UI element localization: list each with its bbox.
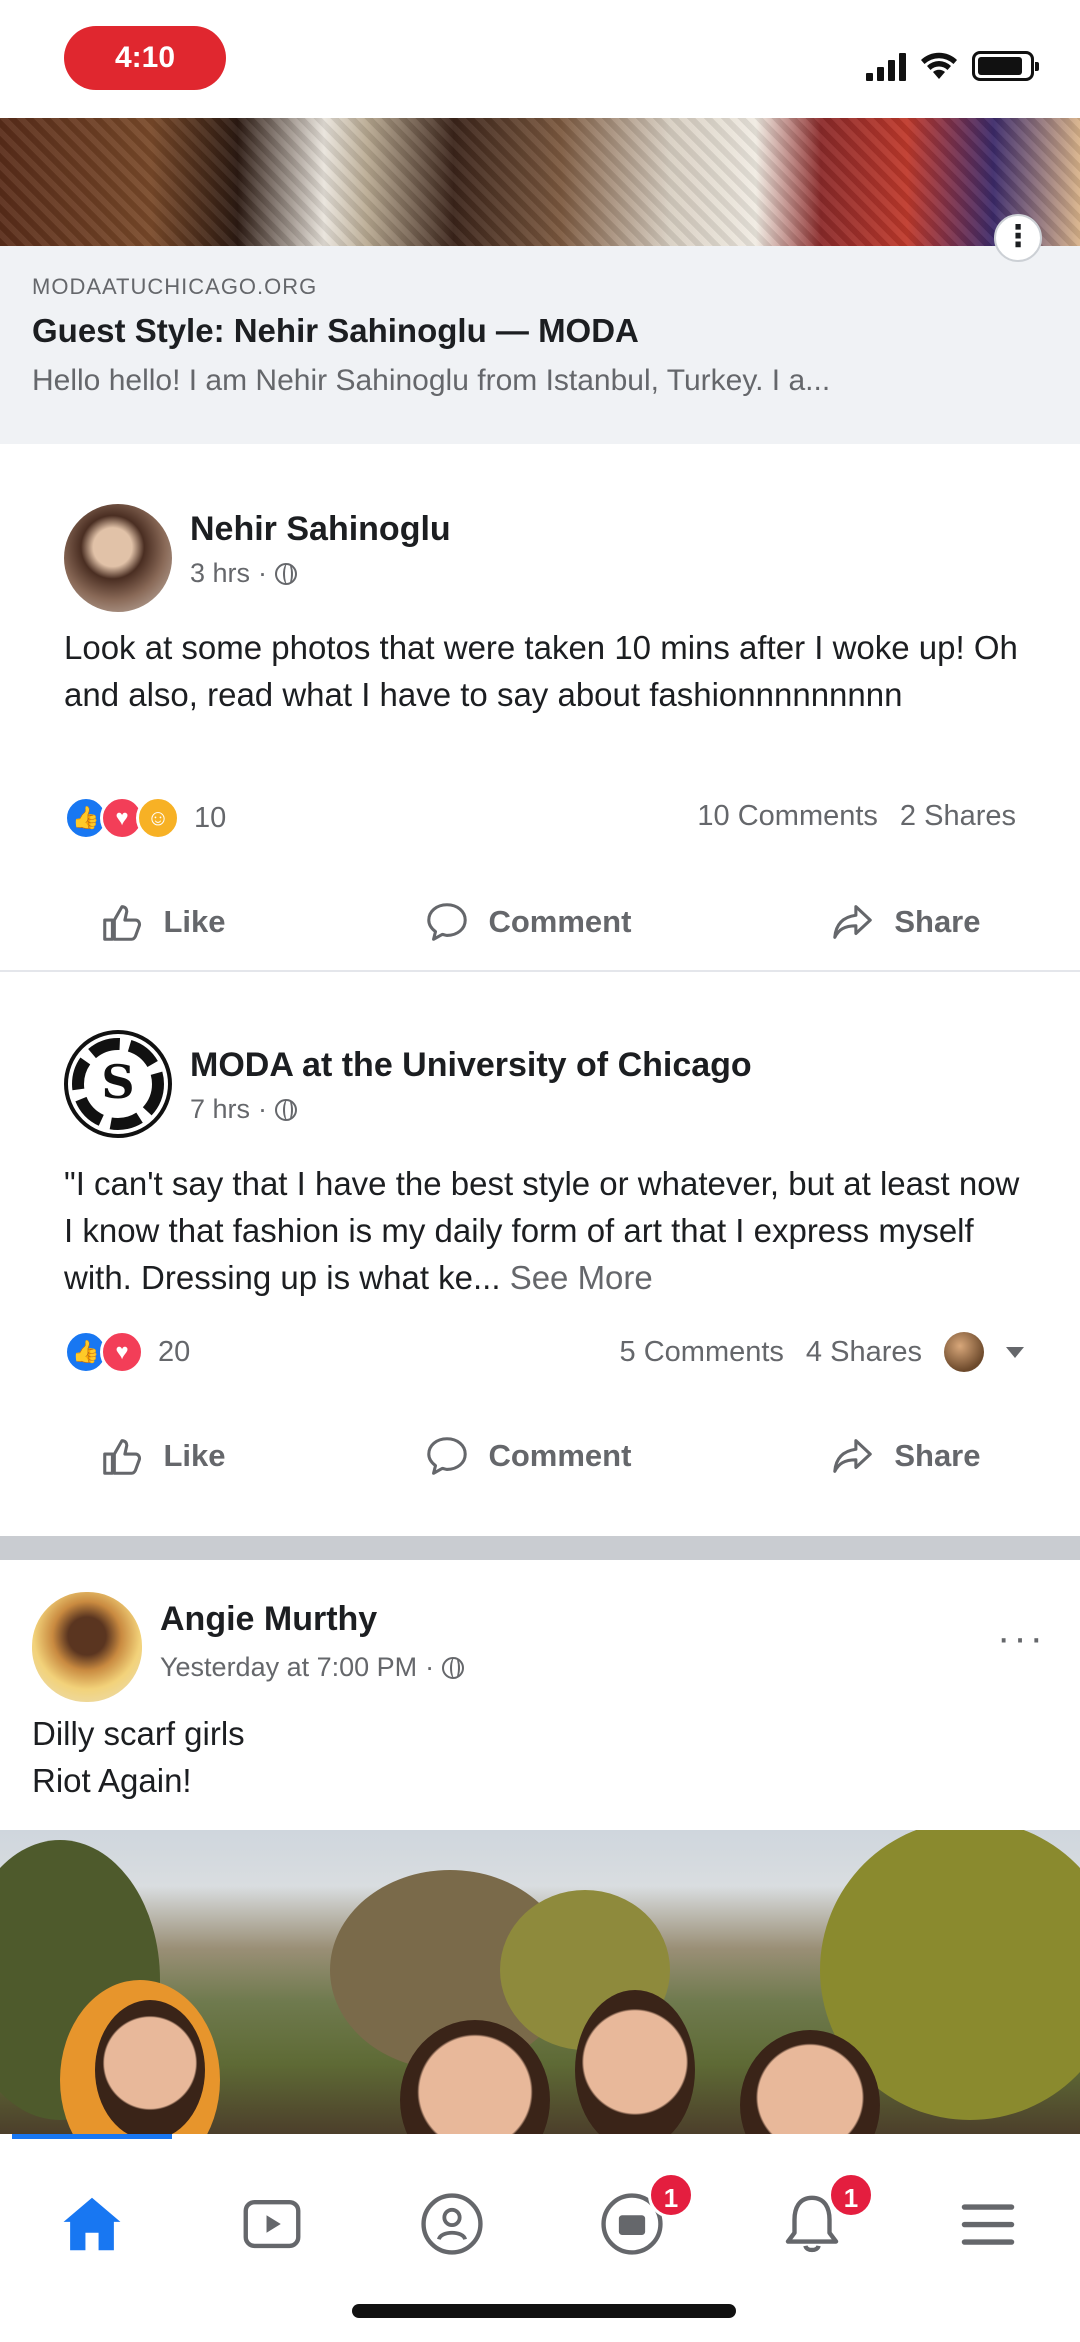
battery-icon: [972, 51, 1039, 81]
post-timestamp[interactable]: Yesterday at 7:00 PM ·: [160, 1652, 465, 1683]
globe-icon: [442, 1656, 465, 1679]
comment-button[interactable]: Comment: [424, 899, 631, 945]
post-timestamp[interactable]: 7 hrs ·: [190, 1094, 298, 1125]
groups-icon: [421, 2193, 483, 2255]
share-audience-avatar[interactable]: [944, 1332, 984, 1372]
post-actions: Like Comment Share: [0, 1410, 1080, 1502]
post-text-line: Riot Again!: [32, 1762, 192, 1799]
share-icon: [833, 905, 873, 939]
photo-person: [95, 2000, 205, 2140]
post-text-line: Dilly scarf girls: [32, 1715, 245, 1752]
link-title[interactable]: Guest Style: Nehir Sahinoglu — MODA: [32, 312, 1048, 350]
comment-label: Comment: [488, 904, 632, 939]
post-author[interactable]: Angie Murthy: [160, 1600, 377, 1639]
link-description: Hello hello! I am Nehir Sahinoglu from I…: [32, 364, 831, 397]
tab-groups[interactable]: [412, 2184, 492, 2264]
more-options-icon[interactable]: ···: [997, 1616, 1046, 1661]
see-more-link[interactable]: See More: [510, 1259, 653, 1296]
post-stats: 5 Comments 4 Shares: [620, 1332, 1024, 1372]
status-time-pill[interactable]: 4:10: [64, 26, 226, 90]
watch-icon: [243, 2199, 301, 2249]
dot-separator: ·: [258, 558, 268, 588]
reaction-count: 20: [158, 1335, 191, 1368]
home-icon: [63, 2197, 121, 2251]
shared-post-moda: S MODA at the University of Chicago 7 hr…: [0, 980, 1080, 1520]
comments-count[interactable]: 5 Comments: [620, 1336, 784, 1369]
post-text: "I can't say that I have the best style …: [64, 1160, 1024, 1301]
share-icon: [833, 1439, 873, 1473]
more-options-icon[interactable]: ⋮: [994, 214, 1042, 262]
tab-home[interactable]: [52, 2184, 132, 2264]
post-divider: [0, 970, 1080, 972]
post-time: Yesterday at 7:00 PM: [160, 1652, 418, 1682]
menu-icon: [961, 2204, 1015, 2245]
like-label: Like: [163, 1438, 226, 1473]
status-bar: 4:10: [0, 0, 1080, 118]
cellular-signal-icon: [866, 51, 906, 81]
reactions-summary[interactable]: 👍 ♥ 20: [64, 1330, 190, 1374]
post-text: Dilly scarf girls Riot Again!: [32, 1710, 1032, 1804]
notification-badge: 1: [828, 2172, 874, 2218]
post-timestamp[interactable]: 3 hrs ·: [190, 558, 298, 589]
feed-post-angie: Angie Murthy Yesterday at 7:00 PM · Dill…: [0, 1560, 1080, 1830]
globe-icon: [275, 562, 298, 585]
post-text: Look at some photos that were taken 10 m…: [64, 629, 1018, 713]
share-button[interactable]: Share: [830, 1433, 981, 1479]
post-time: 3 hrs: [190, 558, 251, 588]
like-label: Like: [163, 904, 226, 939]
photo-person: [575, 1990, 695, 2142]
globe-icon: [275, 1098, 298, 1121]
link-domain: MODAATUCHICAGO.ORG: [32, 274, 318, 299]
comment-button[interactable]: Comment: [424, 1433, 631, 1479]
avatar[interactable]: [32, 1592, 142, 1702]
wifi-icon: [921, 52, 957, 79]
comments-count[interactable]: 10 Comments: [697, 800, 878, 833]
shares-count[interactable]: 2 Shares: [900, 800, 1016, 833]
comment-icon: [427, 1437, 468, 1475]
svg-text:S: S: [101, 1055, 134, 1109]
link-preview-meta: MODAATUCHICAGO.ORG Guest Style: Nehir Sa…: [0, 246, 1080, 444]
thumbs-up-icon: [103, 905, 142, 941]
like-button[interactable]: Like: [99, 1433, 226, 1479]
haha-reaction-icon: ☺: [136, 796, 180, 840]
share-button[interactable]: Share: [830, 899, 981, 945]
link-preview-image: [0, 118, 1080, 246]
post-time: 7 hrs: [190, 1094, 251, 1124]
active-tab-indicator: [12, 2134, 172, 2139]
notification-badge: 1: [648, 2172, 694, 2218]
tab-watch[interactable]: [232, 2184, 312, 2264]
moda-logo-icon: S: [72, 1038, 164, 1130]
dot-separator: ·: [258, 1094, 268, 1124]
tab-marketplace[interactable]: 1: [592, 2172, 694, 2264]
tab-menu[interactable]: [948, 2184, 1028, 2264]
post-author[interactable]: MODA at the University of Chicago: [190, 1046, 752, 1085]
tab-notifications[interactable]: 1: [772, 2172, 874, 2264]
link-preview-card[interactable]: ⋮ MODAATUCHICAGO.ORG Guest Style: Nehir …: [0, 118, 1080, 444]
shared-post-nehir: Nehir Sahinoglu 3 hrs · Look at some pho…: [0, 444, 1080, 984]
reaction-count: 10: [194, 801, 227, 834]
chevron-down-icon[interactable]: [1006, 1346, 1024, 1358]
status-icons: [866, 46, 1039, 86]
shares-count[interactable]: 4 Shares: [806, 1336, 922, 1369]
like-button[interactable]: Like: [99, 899, 226, 945]
post-actions: Like Comment Share: [0, 876, 1080, 968]
moda-logo-avatar[interactable]: S: [64, 1030, 172, 1138]
share-label: Share: [894, 904, 981, 939]
comment-icon: [427, 903, 468, 941]
love-reaction-icon: ♥: [100, 1330, 144, 1374]
dot-separator: ·: [425, 1652, 435, 1682]
post-author[interactable]: Nehir Sahinoglu: [190, 510, 451, 549]
post-stats: 10 Comments 2 Shares: [697, 800, 1016, 833]
share-label: Share: [894, 1438, 981, 1473]
feed-separator: [0, 1536, 1080, 1560]
reactions-summary[interactable]: 👍 ♥ ☺ 10: [64, 796, 226, 840]
comment-label: Comment: [488, 1438, 632, 1473]
avatar[interactable]: [64, 504, 172, 612]
home-indicator[interactable]: [352, 2304, 736, 2318]
post-photo[interactable]: [0, 1830, 1080, 2142]
thumbs-up-icon: [103, 1439, 142, 1475]
